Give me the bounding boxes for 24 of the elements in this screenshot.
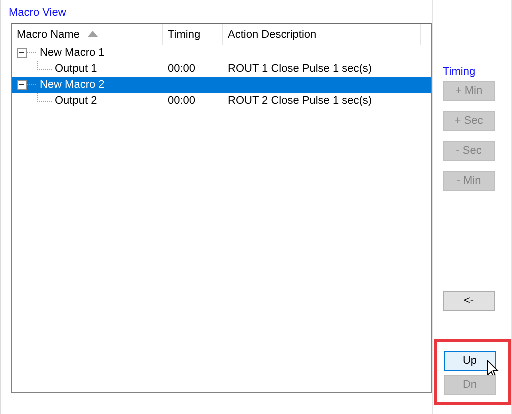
macro-name: New Macro 1 [40,47,105,59]
tree-branch-icon [37,61,52,70]
action-text: ROUT 2 Close Pulse 1 sec(s) [228,95,372,107]
timing-text: 00:00 [168,95,196,107]
tree-row[interactable]: New Macro 2 [12,77,431,93]
tree-branch-icon [37,93,52,102]
group-title: Macro View [9,7,68,19]
tree-row[interactable]: New Macro 1 [12,45,431,61]
timing-label: Timing [443,66,476,78]
action-text: ROUT 1 Close Pulse 1 sec(s) [228,63,372,75]
collapse-icon[interactable] [17,77,37,93]
order-button[interactable]: Up [444,351,496,371]
column-header[interactable]: Macro Name [12,24,163,45]
column-header[interactable]: Timing [163,24,223,45]
timing-text: 00:00 [168,63,196,75]
output-name: Output 2 [55,95,98,107]
tree-row[interactable]: Output 1 00:00 ROUT 1 Close Pulse 1 sec(s) [12,61,431,77]
output-name: Output 1 [55,63,98,75]
column-header[interactable]: Action Description [223,24,421,45]
tree-row[interactable]: Output 2 00:00 ROUT 2 Close Pulse 1 sec(s) [12,93,431,109]
collapse-icon[interactable] [17,45,37,61]
move-left-button[interactable]: <- [443,291,495,311]
mouse-cursor-icon [487,360,499,379]
macro-name: New Macro 2 [40,79,105,91]
